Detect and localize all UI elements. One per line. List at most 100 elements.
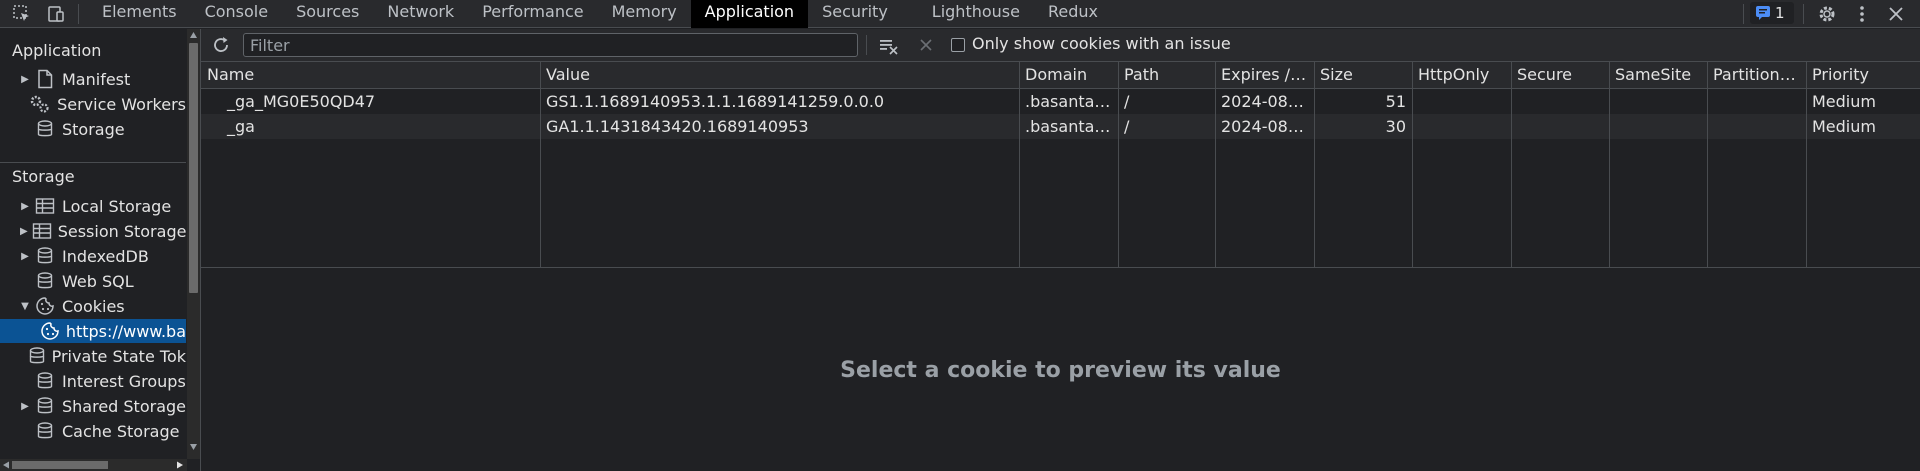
refresh-icon[interactable] — [211, 35, 231, 55]
sidebar-item-manifest[interactable]: ▶ Manifest — [0, 67, 186, 91]
cookie-icon — [40, 320, 60, 342]
column-header-samesite[interactable]: SameSite — [1609, 62, 1707, 87]
device-toolbar-icon[interactable] — [46, 4, 66, 24]
sidebar-item-https-www-ba[interactable]: https://www.ba — [0, 319, 186, 343]
sidebar-item-web-sql[interactable]: Web SQL — [0, 269, 186, 293]
tab-console[interactable]: Console — [191, 0, 283, 28]
cell-path: / — [1124, 117, 1130, 136]
expand-arrow-icon[interactable]: ▶ — [20, 226, 28, 237]
issue-message-icon — [1756, 6, 1770, 20]
gears-icon — [29, 93, 51, 115]
toolbar-divider — [1803, 4, 1804, 24]
cookie-preview-pane: Select a cookie to preview its value — [201, 268, 1920, 471]
sidebar-item-indexeddb[interactable]: ▶ IndexedDB — [0, 244, 186, 268]
cell-value: GS1.1.1689140953.1.1.1689141259.0.0.0 — [546, 92, 885, 111]
issues-counter-button[interactable]: 1 — [1750, 2, 1794, 24]
only-issues-label[interactable]: Only show cookies with an issue — [972, 34, 1231, 53]
cell-domain: .basantar... — [1025, 117, 1115, 136]
table-row[interactable]: _ga_MG0E50QD47 GS1.1.1689140953.1.1.16891… — [201, 89, 1920, 114]
filter-input[interactable] — [243, 33, 858, 57]
cell-domain: .basantar... — [1025, 92, 1115, 111]
column-header-secure[interactable]: Secure — [1511, 62, 1609, 87]
column-divider[interactable] — [1118, 62, 1119, 268]
sidebar-item-shared-storage[interactable]: ▶ Shared Storage — [0, 394, 186, 418]
column-divider[interactable] — [1215, 62, 1216, 268]
tab-network[interactable]: Network — [373, 0, 468, 28]
column-header-size[interactable]: Size — [1314, 62, 1412, 87]
sidebar-item-cache-storage[interactable]: Cache Storage — [0, 419, 186, 443]
column-divider[interactable] — [1511, 62, 1512, 268]
settings-gear-icon[interactable] — [1816, 3, 1838, 25]
sidebar-item-private-state-tok[interactable]: Private State Tok — [0, 344, 186, 368]
expand-arrow-icon[interactable]: ▶ — [20, 251, 30, 262]
close-devtools-icon[interactable] — [1885, 3, 1907, 25]
column-divider[interactable] — [540, 62, 541, 268]
cell-secure — [1511, 114, 1609, 139]
expand-arrow-icon[interactable]: ▶ — [20, 201, 30, 212]
column-divider[interactable] — [1609, 62, 1610, 268]
column-header-httponly[interactable]: HttpOnly — [1412, 62, 1511, 87]
column-divider[interactable] — [1806, 62, 1807, 268]
tab-redux[interactable]: Redux — [1034, 0, 1112, 28]
tab-elements[interactable]: Elements — [88, 0, 191, 28]
sidebar-item-cookies[interactable]: ▼ Cookies — [0, 294, 186, 318]
column-divider[interactable] — [1314, 62, 1315, 268]
column-divider[interactable] — [1707, 62, 1708, 268]
cell-value: GA1.1.1431843420.1689140953 — [546, 117, 809, 136]
clear-all-cookies-icon[interactable] — [878, 35, 900, 55]
sidebar-item-label: Session Storage — [57, 221, 186, 241]
sidebar-item-label: Cache Storage — [62, 421, 180, 441]
sidebar-item-label: https://www.ba — [65, 321, 186, 341]
more-options-icon[interactable] — [1851, 3, 1873, 25]
cell-size: 30 — [1385, 117, 1406, 136]
column-header-value[interactable]: Value — [540, 62, 1019, 87]
sidebar-item-storage[interactable]: Storage — [0, 117, 186, 141]
scroll-left-arrow-icon[interactable] — [2, 461, 10, 469]
column-header-expires[interactable]: Expires / ... — [1215, 62, 1314, 87]
scroll-right-arrow-icon[interactable] — [176, 461, 184, 469]
sidebar-scroll-thumb[interactable] — [189, 43, 198, 293]
column-header-name[interactable]: Name — [201, 62, 540, 87]
sidebar-vertical-scrollbar[interactable] — [187, 29, 200, 459]
cell-priority: Medium — [1812, 92, 1876, 111]
cookies-table-header: Name Value Domain Path Expires / ... Size Http… — [201, 62, 1920, 89]
cell-priority: Medium — [1812, 117, 1876, 136]
sidebar-section-storage: Storage — [12, 167, 75, 186]
collapse-arrow-icon[interactable]: ▼ — [20, 301, 30, 312]
column-header-partition[interactable]: Partition ... — [1707, 62, 1806, 87]
column-header-path[interactable]: Path — [1118, 62, 1215, 87]
sidebar-tree: Application Storage ▶ Manifest Service Wor… — [0, 29, 186, 459]
expand-arrow-icon[interactable]: ▶ — [20, 74, 30, 85]
database-icon — [34, 245, 56, 267]
scroll-up-arrow-icon[interactable] — [189, 31, 198, 39]
toolbar-divider — [866, 35, 867, 55]
cell-expires: 2024-08-... — [1221, 92, 1309, 111]
tab-performance[interactable]: Performance — [468, 0, 597, 28]
sidebar-item-interest-groups[interactable]: Interest Groups — [0, 369, 186, 393]
sidebar-section-application: Application — [12, 41, 102, 60]
column-divider[interactable] — [1019, 62, 1020, 268]
column-header-domain[interactable]: Domain — [1019, 62, 1118, 87]
sidebar-item-local-storage[interactable]: ▶ Local Storage — [0, 194, 186, 218]
sidebar-hscroll-thumb[interactable] — [12, 461, 108, 469]
table-row[interactable]: _ga GA1.1.1431843420.1689140953 .basantar.… — [201, 114, 1920, 139]
scroll-down-arrow-icon[interactable] — [189, 443, 198, 451]
sidebar-item-session-storage[interactable]: ▶ Session Storage — [0, 219, 186, 243]
tab-memory[interactable]: Memory — [598, 0, 691, 28]
cell-httponly — [1412, 89, 1511, 114]
column-header-priority[interactable]: Priority — [1806, 62, 1920, 87]
sidebar-item-service-workers[interactable]: Service Workers — [0, 92, 186, 116]
expand-arrow-icon[interactable]: ▶ — [20, 401, 30, 412]
tab-application[interactable]: Application — [690, 0, 809, 28]
tab-security[interactable]: Security — [808, 0, 902, 28]
sidebar-horizontal-scrollbar[interactable] — [0, 459, 187, 471]
tab-sources[interactable]: Sources — [282, 0, 373, 28]
column-divider[interactable] — [1412, 62, 1413, 268]
tab-lighthouse[interactable]: Lighthouse — [918, 0, 1034, 28]
cell-expires: 2024-08-... — [1221, 117, 1309, 136]
cell-secure — [1511, 89, 1609, 114]
database-icon — [34, 395, 56, 417]
only-issues-checkbox[interactable] — [951, 38, 965, 52]
delete-selected-icon[interactable] — [916, 35, 936, 55]
inspect-element-icon[interactable] — [12, 4, 32, 24]
